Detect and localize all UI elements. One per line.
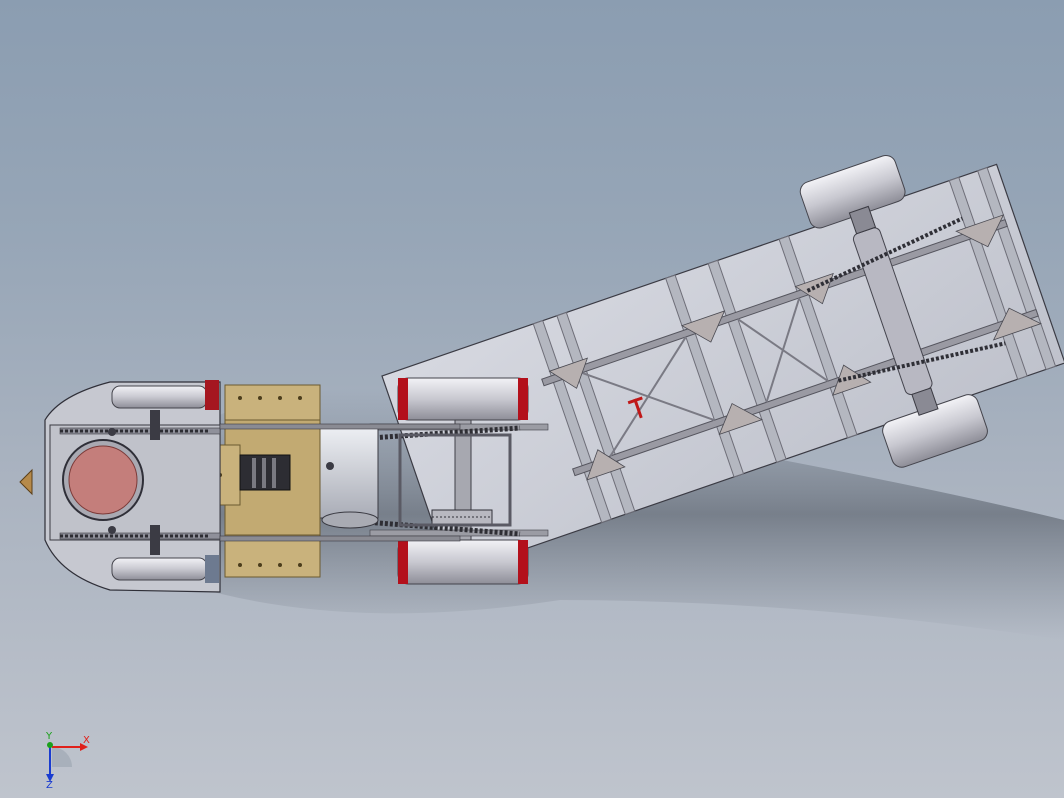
front-roller-top [111,385,208,409]
axis-z-label: Z [46,780,53,791]
axis-x-label: X [83,735,90,746]
front-wheel-bottom [397,539,529,585]
coordinate-triad-icon[interactable] [46,742,88,782]
axis-y-label: Y [46,731,53,742]
model-drawing [19,154,1064,782]
tow-hitch [19,468,33,496]
front-roller-bottom [111,557,208,581]
front-wheel-top [397,377,529,421]
cad-model-viewport[interactable]: X Y Z [0,0,1064,798]
